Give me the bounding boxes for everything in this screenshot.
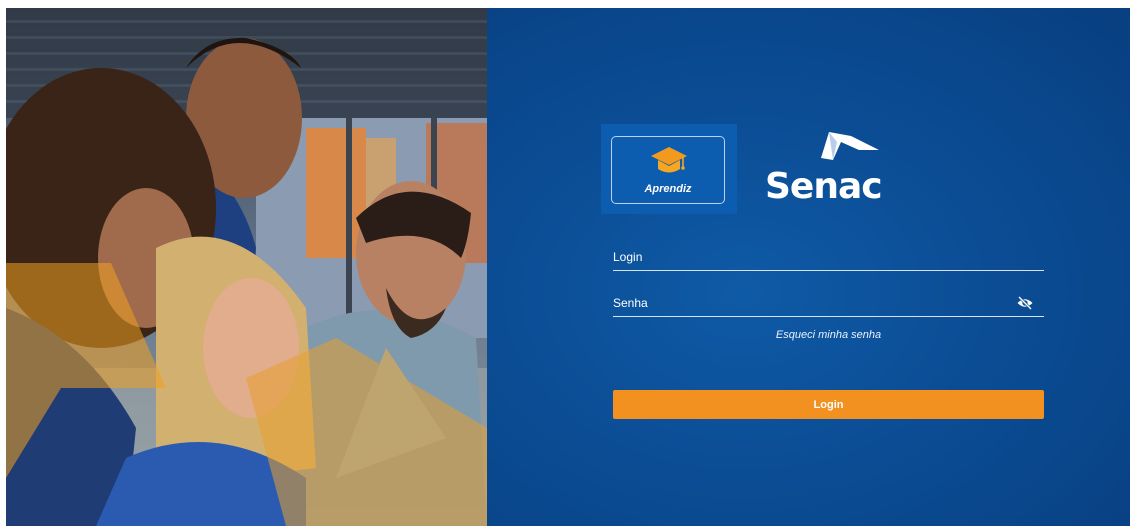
forgot-password-link[interactable]: Esqueci minha senha xyxy=(613,329,1044,341)
aprendiz-logo: Aprendiz xyxy=(601,124,737,214)
graduation-cap-icon xyxy=(651,147,687,173)
logo-row: Aprendiz Senac xyxy=(601,124,901,214)
students-photo xyxy=(6,8,487,526)
login-screen: Aprendiz Senac Login Senha Esqueci minha… xyxy=(6,8,1130,526)
svg-text:Senac: Senac xyxy=(765,166,882,207)
login-button[interactable]: Login xyxy=(613,390,1044,419)
aprendiz-label: Aprendiz xyxy=(644,183,692,195)
password-field[interactable]: Senha xyxy=(613,290,1044,317)
senac-logo: Senac xyxy=(765,132,883,207)
aprendiz-logo-frame: Aprendiz xyxy=(611,136,725,204)
login-label: Login xyxy=(613,250,643,264)
eye-off-icon[interactable] xyxy=(1016,296,1034,310)
hero-photo xyxy=(6,8,487,526)
login-panel: Aprendiz Senac Login Senha Esqueci minha… xyxy=(487,8,1130,526)
password-label: Senha xyxy=(613,296,648,310)
login-field[interactable]: Login xyxy=(613,244,1044,271)
